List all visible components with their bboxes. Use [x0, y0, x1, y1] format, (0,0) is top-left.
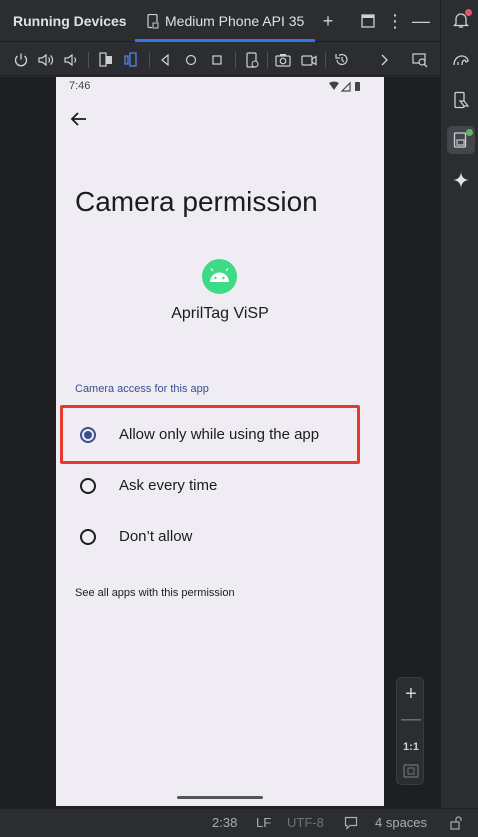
- gemini-button[interactable]: [447, 166, 475, 194]
- device-toolbar: [0, 43, 440, 76]
- window-layout-icon[interactable]: [357, 10, 379, 32]
- page-title: Camera permission: [75, 186, 318, 217]
- toolbar-separator: [88, 52, 89, 68]
- notification-badge: [465, 9, 472, 16]
- running-devices-button[interactable]: [447, 126, 475, 154]
- lock-icon[interactable]: [449, 816, 463, 830]
- actual-size-button[interactable]: 1:1: [397, 738, 425, 756]
- screen-record-icon[interactable]: [300, 51, 318, 69]
- app-icon: [202, 259, 237, 294]
- running-status-dot: [466, 129, 473, 136]
- tool-window-header: Running Devices Medium Phone API 35 + ⋮ …: [0, 0, 440, 42]
- tab-label: Medium Phone API 35: [165, 13, 305, 29]
- rotate-left-icon[interactable]: [97, 51, 115, 69]
- android-robot-icon: [210, 268, 229, 282]
- zoom-out-button[interactable]: —: [397, 708, 425, 732]
- back-arrow-icon[interactable]: [68, 108, 90, 130]
- comment-icon[interactable]: [344, 816, 358, 830]
- device-display-area: 7:46 Camera permission AprilTag ViSP Cam…: [0, 77, 440, 808]
- minimize-icon[interactable]: —: [410, 10, 432, 32]
- gradle-button[interactable]: [447, 46, 475, 74]
- right-tool-strip: [440, 0, 478, 808]
- chevron-right-icon[interactable]: [375, 51, 393, 69]
- overview-icon[interactable]: [208, 51, 226, 69]
- app-name: AprilTag ViSP: [171, 305, 269, 322]
- see-all-apps-link[interactable]: See all apps with this permission: [75, 587, 235, 599]
- more-options-icon[interactable]: ⋮: [384, 10, 406, 32]
- option-label: Don’t allow: [119, 528, 193, 545]
- option-dont-allow[interactable]: Don’t allow: [56, 514, 384, 562]
- zoom-controls: + — 1:1: [396, 677, 424, 785]
- add-tab-icon[interactable]: +: [317, 10, 339, 32]
- caret-position[interactable]: 2:38: [212, 815, 237, 830]
- rotate-right-icon[interactable]: [122, 51, 140, 69]
- toolbar-separator: [267, 52, 268, 68]
- toolbar-separator: [325, 52, 326, 68]
- toolbar-separator: [235, 52, 236, 68]
- home-icon[interactable]: [182, 51, 200, 69]
- sparkle-icon: [453, 172, 469, 188]
- option-label: Ask every time: [119, 477, 218, 494]
- tool-window-title: Running Devices: [13, 13, 127, 29]
- line-separator[interactable]: LF: [256, 815, 271, 830]
- back-icon[interactable]: [157, 51, 175, 69]
- radio-button[interactable]: [80, 478, 96, 494]
- phone-screen[interactable]: 7:46 Camera permission AprilTag ViSP Cam…: [56, 77, 384, 806]
- indent-setting[interactable]: 4 spaces: [375, 815, 427, 830]
- device-manager-icon: [454, 91, 470, 109]
- volume-up-icon[interactable]: [37, 51, 55, 69]
- section-label: Camera access for this app: [75, 383, 209, 395]
- tab-active-indicator: [135, 39, 315, 42]
- find-in-screen-icon[interactable]: [411, 51, 429, 69]
- tab-device[interactable]: Medium Phone API 35: [135, 0, 315, 42]
- radio-button[interactable]: [80, 529, 96, 545]
- annotation-highlight-box: [60, 405, 360, 464]
- phone-icon: [147, 14, 159, 29]
- device-settings-icon[interactable]: [243, 51, 261, 69]
- zoom-in-button[interactable]: +: [397, 682, 425, 706]
- snapshot-history-icon[interactable]: [333, 51, 351, 69]
- zoom-to-fit-icon[interactable]: [403, 764, 419, 778]
- ide-status-bar: 2:38 LF UTF-8 4 spaces: [0, 808, 478, 837]
- toolbar-separator: [149, 52, 150, 68]
- volume-down-icon[interactable]: [62, 51, 80, 69]
- gesture-home-bar[interactable]: [177, 796, 263, 799]
- option-ask-every-time[interactable]: Ask every time: [56, 463, 384, 511]
- device-manager-button[interactable]: [447, 86, 475, 114]
- elephant-icon: [453, 55, 469, 66]
- screenshot-icon[interactable]: [274, 51, 292, 69]
- power-icon[interactable]: [12, 51, 30, 69]
- notifications-button[interactable]: [447, 6, 475, 34]
- status-bar-time: 7:46: [69, 80, 91, 92]
- status-icons: [329, 81, 360, 92]
- file-encoding[interactable]: UTF-8: [287, 815, 324, 830]
